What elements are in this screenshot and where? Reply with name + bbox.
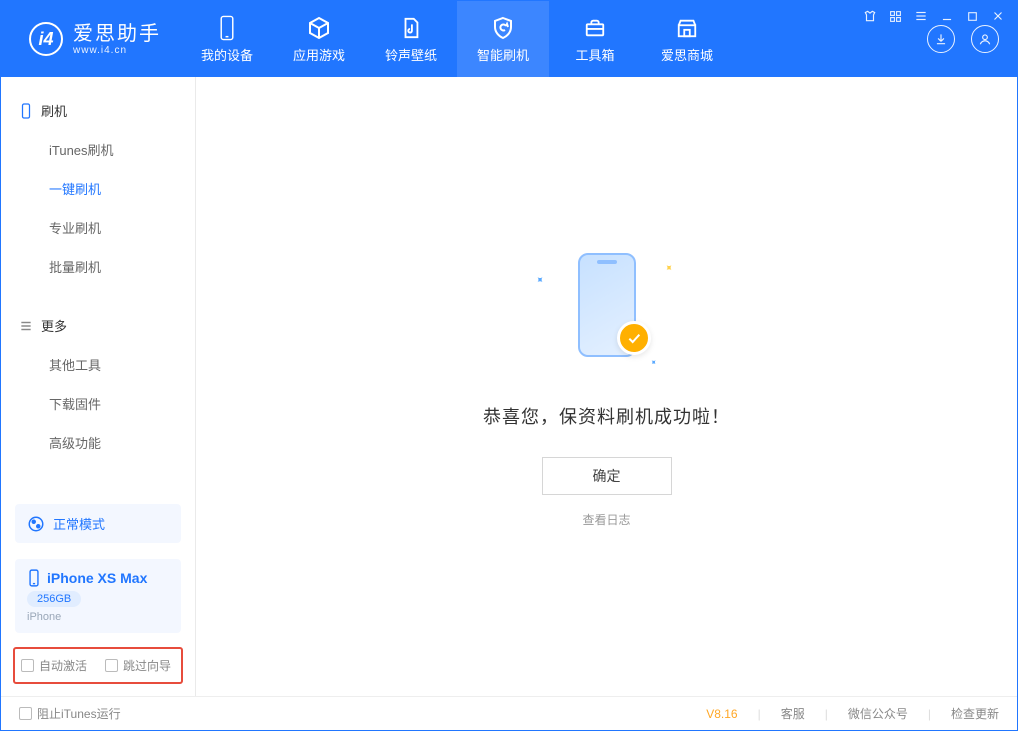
window-controls (863, 9, 1005, 23)
ok-button[interactable]: 确定 (542, 457, 672, 495)
checkbox-icon (19, 707, 32, 720)
sidebar-item-one-key-flash[interactable]: 一键刷机 (1, 169, 195, 208)
sidebar-item-batch-flash[interactable]: 批量刷机 (1, 247, 195, 286)
shirt-icon[interactable] (863, 9, 877, 23)
checkbox-auto-activate[interactable]: 自动激活 (21, 657, 87, 674)
body: 刷机 iTunes刷机 一键刷机 专业刷机 批量刷机 更多 其他工具 下载固件 … (1, 77, 1017, 696)
device-card[interactable]: iPhone XS Max 256GB iPhone (15, 559, 181, 633)
sidebar-head-more: 更多 (1, 310, 195, 341)
nav-label: 应用游戏 (293, 45, 345, 64)
status-bar: 阻止iTunes运行 V8.16 | 客服 | 微信公众号 | 检查更新 (1, 696, 1017, 730)
wechat-link[interactable]: 微信公众号 (848, 705, 908, 722)
nav-ringtones[interactable]: 铃声壁纸 (365, 1, 457, 77)
user-button[interactable] (971, 25, 999, 53)
nav-label: 我的设备 (201, 45, 253, 64)
checkbox-stop-itunes[interactable]: 阻止iTunes运行 (19, 705, 121, 722)
nav-label: 铃声壁纸 (385, 45, 437, 64)
highlighted-options: 自动激活 跳过向导 (13, 647, 183, 684)
mode-label: 正常模式 (53, 514, 105, 533)
shield-refresh-icon (491, 15, 515, 41)
separator: | (825, 707, 828, 721)
check-update-link[interactable]: 检查更新 (951, 705, 999, 722)
version-label: V8.16 (706, 707, 737, 721)
checkbox-icon (21, 659, 34, 672)
device-small-icon (19, 103, 33, 119)
app-window: i4 爱思助手 www.i4.cn 我的设备 应用游戏 铃声壁纸 智能刷机 (0, 0, 1018, 731)
logo-icon: i4 (29, 22, 63, 56)
sidebar-head-label: 刷机 (41, 101, 67, 120)
nav-my-device[interactable]: 我的设备 (181, 1, 273, 77)
main-content: ✦ ✦ ✦ 恭喜您，保资料刷机成功啦！ 确定 查看日志 (196, 77, 1017, 696)
nav-label: 工具箱 (575, 45, 614, 64)
mode-icon (27, 515, 45, 533)
sidebar-item-other-tools[interactable]: 其他工具 (1, 345, 195, 384)
sidebar-item-download-fw[interactable]: 下载固件 (1, 384, 195, 423)
nav-label: 智能刷机 (477, 45, 529, 64)
checkbox-label: 跳过向导 (123, 657, 171, 674)
sparkle-icon: ✦ (532, 274, 546, 288)
sidebar-item-itunes-flash[interactable]: iTunes刷机 (1, 130, 195, 169)
download-button[interactable] (927, 25, 955, 53)
device-type: iPhone (27, 611, 61, 623)
close-icon[interactable] (991, 9, 1005, 23)
checkbox-icon (105, 659, 118, 672)
minimize-icon[interactable] (940, 9, 954, 23)
music-file-icon (400, 15, 422, 41)
sidebar-item-advanced[interactable]: 高级功能 (1, 423, 195, 462)
device-capacity: 256GB (27, 591, 81, 607)
customer-service-link[interactable]: 客服 (781, 705, 805, 722)
sidebar: 刷机 iTunes刷机 一键刷机 专业刷机 批量刷机 更多 其他工具 下载固件 … (1, 77, 196, 696)
separator: | (928, 707, 931, 721)
store-icon (675, 15, 699, 41)
menu-icon[interactable] (914, 9, 928, 23)
toolbox-icon (583, 15, 607, 41)
view-log-link[interactable]: 查看日志 (582, 511, 630, 528)
device-name-label: iPhone XS Max (47, 570, 147, 586)
checkbox-label: 自动激活 (39, 657, 87, 674)
check-badge-icon (617, 321, 651, 355)
nav-apps[interactable]: 应用游戏 (273, 1, 365, 77)
list-icon (19, 319, 33, 333)
success-message: 恭喜您，保资料刷机成功啦！ (483, 403, 730, 429)
sparkle-icon: ✦ (661, 262, 675, 276)
nav-store[interactable]: 爱思商城 (641, 1, 733, 77)
checkbox-skip-guide[interactable]: 跳过向导 (105, 657, 171, 674)
logo-subtitle: www.i4.cn (73, 45, 161, 56)
checkbox-label: 阻止iTunes运行 (37, 705, 121, 722)
titlebar: i4 爱思助手 www.i4.cn 我的设备 应用游戏 铃声壁纸 智能刷机 (1, 1, 1017, 77)
mode-card[interactable]: 正常模式 (15, 504, 181, 543)
nav-toolbox[interactable]: 工具箱 (549, 1, 641, 77)
sparkle-icon: ✦ (648, 357, 659, 368)
sidebar-head-flash: 刷机 (1, 95, 195, 126)
cube-icon (307, 15, 331, 41)
phone-icon (218, 15, 236, 41)
nav-label: 爱思商城 (661, 45, 713, 64)
sidebar-item-pro-flash[interactable]: 专业刷机 (1, 208, 195, 247)
logo: i4 爱思助手 www.i4.cn (1, 1, 181, 77)
separator: | (758, 707, 761, 721)
grid-icon[interactable] (889, 10, 902, 23)
nav-flash[interactable]: 智能刷机 (457, 1, 549, 77)
top-nav: 我的设备 应用游戏 铃声壁纸 智能刷机 工具箱 爱思商城 (181, 1, 733, 77)
sidebar-head-label: 更多 (41, 316, 67, 335)
maximize-icon[interactable] (966, 10, 979, 23)
success-illustration: ✦ ✦ ✦ (517, 245, 697, 385)
device-icon (27, 569, 41, 587)
logo-title: 爱思助手 (73, 23, 161, 45)
